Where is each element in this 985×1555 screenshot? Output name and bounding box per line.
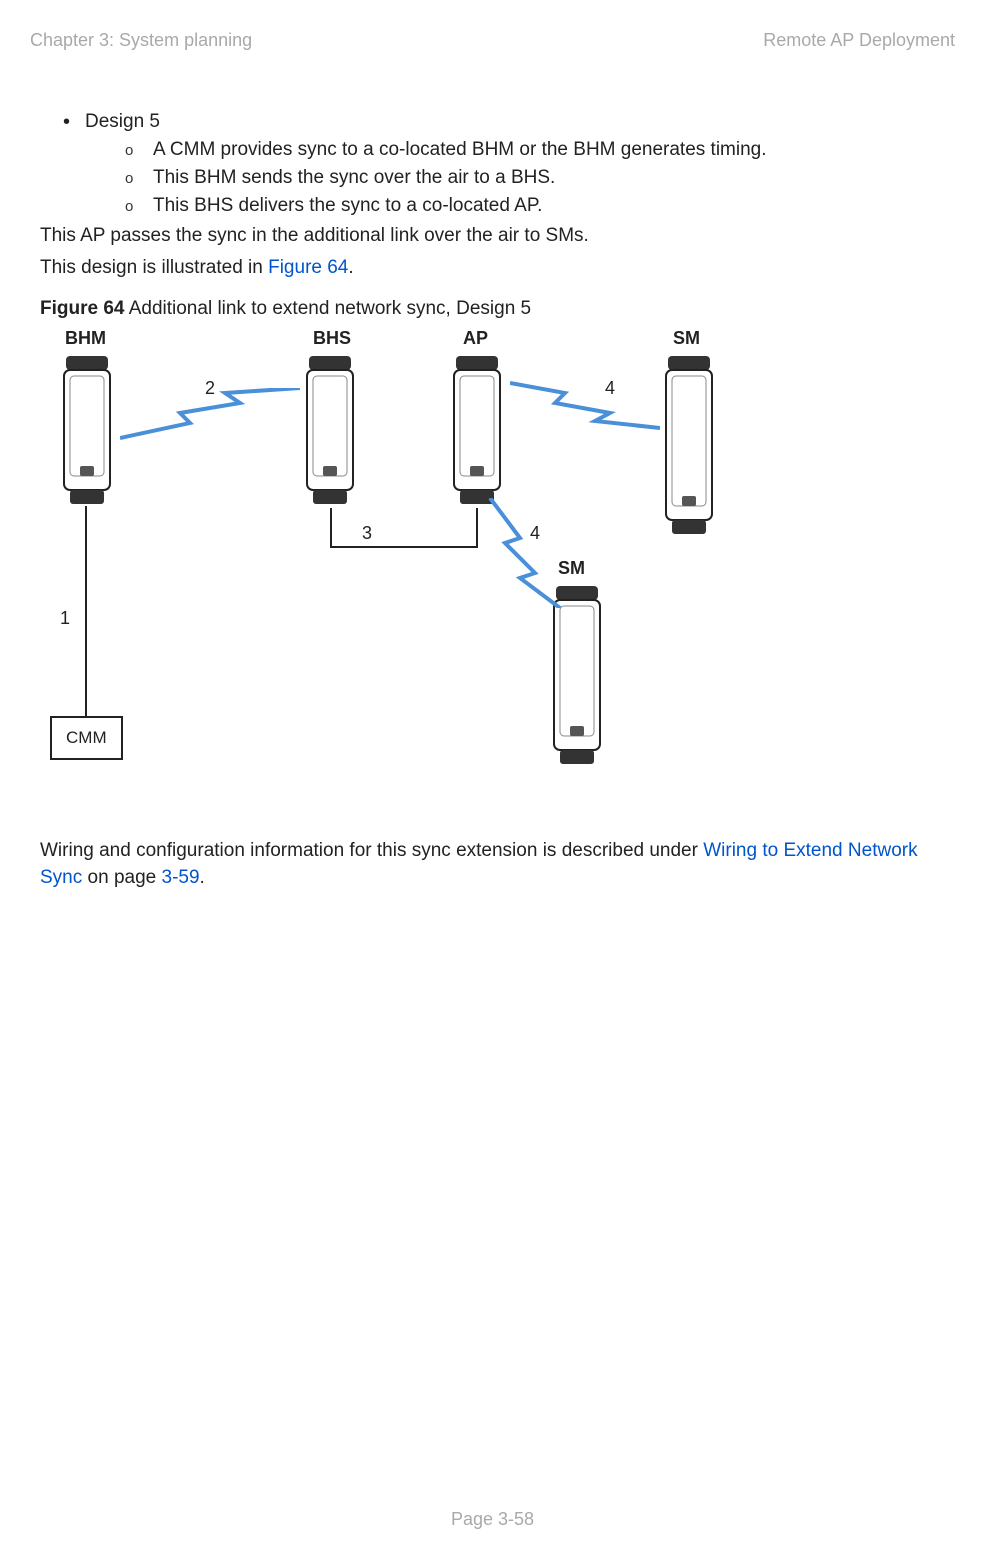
figure-caption: Figure 64 Additional link to extend netw… <box>40 298 955 320</box>
bolt-ap-sm2 <box>480 498 570 608</box>
header-right: Remote AP Deployment <box>763 30 955 51</box>
num-3: 3 <box>362 523 372 544</box>
wiring-pre: Wiring and configuration information for… <box>40 840 703 861</box>
device-ap <box>450 356 504 506</box>
device-sm2 <box>550 586 604 766</box>
line-bhm-cmm <box>85 506 87 716</box>
page-footer: Page 3-58 <box>0 1509 985 1530</box>
bracket-bhs-ap <box>330 508 478 548</box>
link-figure-64[interactable]: Figure 64 <box>268 257 348 278</box>
header-left: Chapter 3: System planning <box>30 30 252 51</box>
bolt-ap-sm1 <box>510 373 660 433</box>
sub-item-1: A CMM provides sync to a co-located BHM … <box>125 139 955 161</box>
device-bhs <box>303 356 357 506</box>
wiring-mid: on page <box>82 867 161 888</box>
design-title: Design 5 <box>85 111 160 132</box>
label-sm: SM <box>673 328 700 349</box>
device-sm1 <box>662 356 716 536</box>
label-bhs: BHS <box>313 328 351 349</box>
num-2: 2 <box>205 378 215 399</box>
bullet-design-5: Design 5 A CMM provides sync to a co-loc… <box>85 111 955 217</box>
para-illustrated: This design is illustrated in Figure 64. <box>40 255 955 281</box>
wiring-paragraph: Wiring and configuration information for… <box>40 838 945 891</box>
device-bhm <box>60 356 114 506</box>
num-1: 1 <box>60 608 70 629</box>
figure-title: Additional link to extend network sync, … <box>124 298 531 319</box>
link-page-359[interactable]: 3-59 <box>162 867 200 888</box>
figure-label: Figure 64 <box>40 298 124 319</box>
sub-item-3: This BHS delivers the sync to a co-locat… <box>125 195 955 217</box>
para2-pre: This design is illustrated in <box>40 257 268 278</box>
num-4b: 4 <box>530 523 540 544</box>
cmm-box: CMM <box>50 716 123 760</box>
sub-item-2: This BHM sends the sync over the air to … <box>125 167 955 189</box>
para-ap-passes: This AP passes the sync in the additiona… <box>40 223 955 249</box>
label-ap: AP <box>463 328 488 349</box>
wiring-post: . <box>200 867 205 888</box>
label-bhm: BHM <box>65 328 106 349</box>
num-4a: 4 <box>605 378 615 399</box>
para2-post: . <box>348 257 353 278</box>
figure-diagram: BHM BHS AP SM SM CMM <box>40 328 760 788</box>
